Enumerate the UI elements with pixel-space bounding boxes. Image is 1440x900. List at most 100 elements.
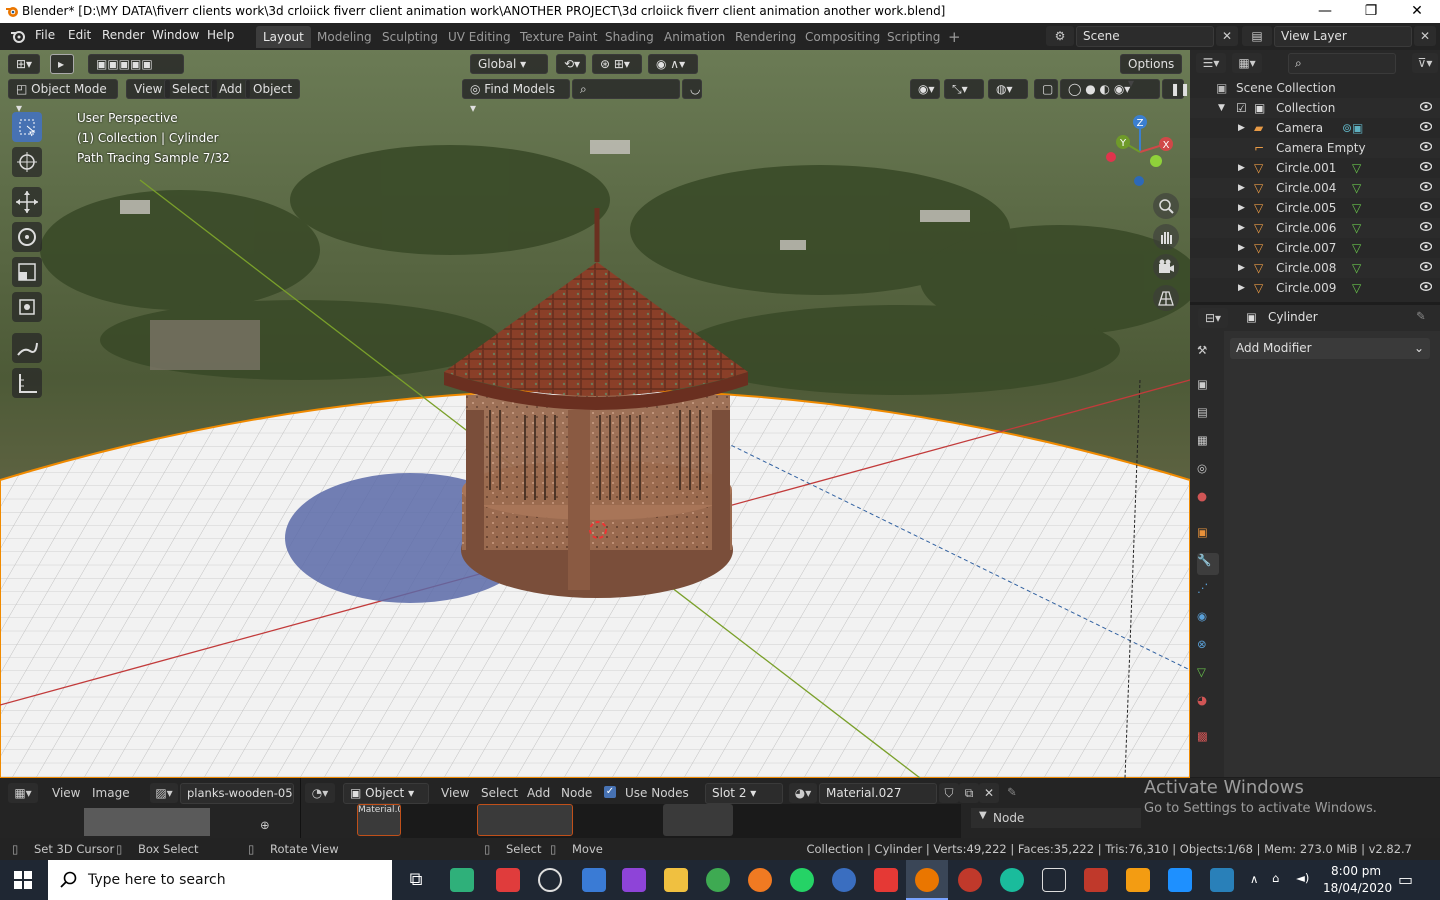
material-name-field[interactable]: Material.027 [819,783,937,804]
tab-shading[interactable]: Shading [598,26,661,48]
constraints-tab-icon[interactable]: ⊗ [1197,637,1219,659]
remove-view-layer-icon[interactable]: ✕ [1414,26,1436,46]
options-dropdown[interactable]: Options ▾ [1120,54,1182,90]
pause-render-icon[interactable]: ❚❚ [1162,79,1190,99]
slot-dropdown[interactable]: Slot 2 ▾ [705,783,783,804]
rotate-tool[interactable] [12,222,42,252]
file-explorer-icon[interactable] [664,868,688,892]
scene-selector-icon[interactable]: ⚙ [1046,26,1074,46]
menu-help[interactable]: Help [207,28,234,42]
unlink-material-icon[interactable]: ✕ [979,783,999,803]
maximize-button[interactable]: ❐ [1348,0,1394,23]
select-box-tool[interactable] [12,112,42,142]
tab-uv-editing[interactable]: UV Editing [441,26,518,48]
particles-tab-icon[interactable]: ⋰ [1197,581,1219,603]
material-output-node[interactable]: Material.027 [357,804,401,836]
expand-arrow-icon[interactable]: ▶ [1238,283,1245,293]
remove-scene-icon[interactable]: ✕ [1216,26,1238,46]
physics-tab-icon[interactable]: ◉ [1197,609,1219,631]
app-obs-icon[interactable] [538,868,562,892]
firefox-icon[interactable] [748,868,772,892]
word-icon[interactable] [832,868,856,892]
measure-tool[interactable] [12,368,42,398]
task-view-icon[interactable]: ⧉ [404,868,428,892]
move-tool[interactable] [12,187,42,217]
collection-checkbox-icon[interactable]: ☑ [1236,101,1247,115]
clock-date[interactable]: 18/04/2020 [1323,881,1392,895]
anydesk-icon[interactable] [874,868,898,892]
menu-edit[interactable]: Edit [68,28,91,42]
tab-layout[interactable]: Layout [256,26,311,48]
expand-arrow-icon[interactable]: ▶ [1238,183,1245,193]
outliner-row-circle-007[interactable]: ▶ ▽ Circle.007 ▽ [1190,238,1440,258]
outliner-row-camera[interactable]: ▶ ▰ Camera ⊚▣ [1190,118,1440,138]
outliner-editor-type-icon[interactable]: ☰▾ [1196,53,1226,73]
perspective-toggle-button[interactable] [1153,285,1179,311]
app-teal-icon[interactable] [1000,868,1024,892]
app-n-icon[interactable] [1126,868,1150,892]
proportional-edit-icon[interactable]: ◉ ∧▾ [648,54,698,74]
eye-icon[interactable] [1420,182,1432,191]
properties-editor-type-icon[interactable]: ⊟▾ [1198,308,1228,328]
eye-icon[interactable] [1420,102,1432,111]
image-name-field[interactable]: planks-wooden-05-c... [180,783,294,804]
node-sidebar-panel[interactable]: ▼ Node [971,808,1141,828]
eye-icon[interactable] [1420,282,1432,291]
eye-icon[interactable] [1420,242,1432,251]
node-menu-view[interactable]: View [441,786,469,800]
chrome-icon[interactable] [706,868,730,892]
image-texture-node[interactable] [477,804,573,836]
object-tab-icon[interactable]: ▣ [1197,525,1219,547]
scene-field[interactable]: Scene [1076,26,1214,47]
tab-sculpting[interactable]: Sculpting [375,26,445,48]
pivot-icon[interactable]: ⟲▾ [556,54,586,74]
node-menu-add[interactable]: Add [527,786,550,800]
outliner-search[interactable]: ⌕ [1288,53,1396,74]
world-tab-icon[interactable]: ● [1197,489,1219,511]
close-window-button[interactable]: ✕ [1394,0,1440,23]
shading-mode-icons[interactable]: ◯ ● ◐ ◉▾ [1060,79,1160,99]
taskbar-search-box[interactable]: Type here to search [48,860,392,900]
visibility-icon[interactable]: ◉▾ [910,79,940,99]
eye-icon[interactable] [1420,262,1432,271]
display-mode-icon[interactable]: ▦▾ [1232,53,1262,73]
mode-dropdown[interactable]: ◰ Object Mode ▾ [8,79,118,115]
outliner-row-circle-008[interactable]: ▶ ▽ Circle.008 ▽ [1190,258,1440,278]
view-layer-field[interactable]: View Layer [1274,26,1412,47]
eye-icon[interactable] [1420,122,1432,131]
new-material-icon[interactable]: ⧉ [959,783,979,803]
outliner-row-circle-005[interactable]: ▶ ▽ Circle.005 ▽ [1190,198,1440,218]
view-layer-tab-icon[interactable]: ▦ [1197,433,1219,455]
clock-time[interactable]: 8:00 pm [1331,864,1381,878]
principled-bsdf-node[interactable] [663,804,733,836]
pin-icon[interactable]: ✎ [1416,309,1426,323]
node-pin-icon[interactable]: ✎ [1007,785,1017,799]
eye-icon[interactable] [1420,162,1432,171]
scene-tab-icon[interactable]: ◎ [1197,461,1219,483]
minimize-button[interactable]: — [1302,0,1348,23]
find-models-search[interactable]: ⌕ [572,79,680,99]
scale-tool[interactable] [12,257,42,287]
app-book-icon[interactable] [582,868,606,892]
texture-tab-icon[interactable]: ▩ [1197,729,1219,751]
tab-compositing[interactable]: Compositing [798,26,887,48]
node-editor-type-icon[interactable]: ◔▾ [305,783,335,803]
app-s-red-icon[interactable] [958,868,982,892]
annotate-tool[interactable] [12,333,42,363]
tab-scripting[interactable]: Scripting [880,26,947,48]
outliner-row-circle-006[interactable]: ▶ ▽ Circle.006 ▽ [1190,218,1440,238]
image-menu-image[interactable]: Image [92,786,130,800]
view-layer-icon[interactable]: ▤ [1242,26,1272,46]
eye-icon[interactable] [1420,202,1432,211]
outliner-row-collection[interactable]: ▼ ☑ ▣ Collection [1190,98,1440,118]
network-icon[interactable]: ⌂ [1272,871,1279,885]
xray-icon[interactable]: ▢ [1034,79,1058,99]
expand-arrow-icon[interactable]: ▶ [1238,223,1245,233]
zoom-view-button[interactable] [1153,193,1179,219]
notification-icon[interactable]: ▭ [1398,870,1413,889]
volume-icon[interactable]: ◄) [1296,871,1309,885]
image-editor-type-icon[interactable]: ▦▾ [8,783,38,803]
app-red-notes-icon[interactable] [496,868,520,892]
node-canvas[interactable]: Material.027 [357,804,961,838]
expand-arrow-icon[interactable]: ▶ [1238,263,1245,273]
